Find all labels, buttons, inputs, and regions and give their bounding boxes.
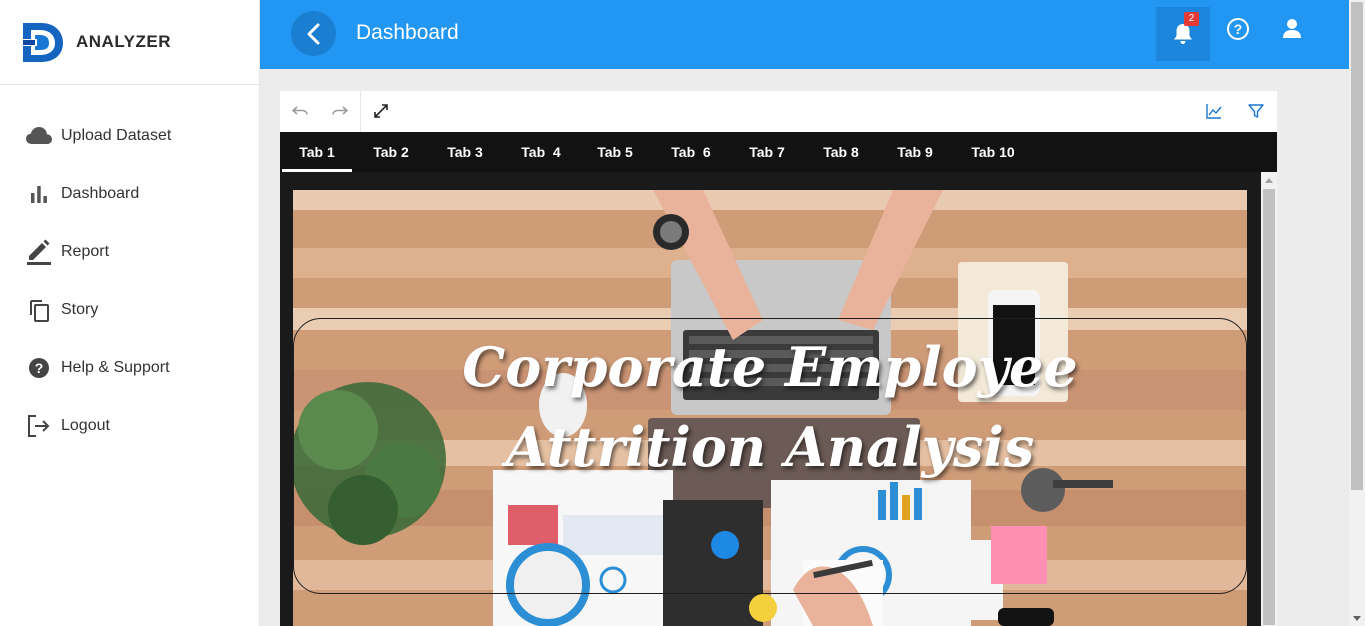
hero-title-line-1: Corporate Employee	[462, 335, 1078, 399]
sidebar-item-label: Dashboard	[61, 185, 140, 202]
window-scrollbar[interactable]	[1349, 0, 1365, 626]
tab-2[interactable]: Tab 2	[358, 132, 424, 172]
line-chart-icon	[1206, 104, 1222, 119]
sidebar-item-label: Logout	[61, 417, 110, 434]
filter-button[interactable]	[1244, 99, 1268, 123]
tab-3[interactable]: Tab 3	[432, 132, 498, 172]
user-icon	[1283, 19, 1301, 38]
chart-button[interactable]	[1202, 99, 1226, 123]
dashboard-toolbar	[280, 91, 1277, 132]
tab-6[interactable]: Tab 6	[656, 132, 726, 172]
sidebar-item-label: Help & Support	[61, 359, 170, 376]
sidebar-item-upload-dataset[interactable]: Upload Dataset	[0, 107, 259, 165]
canvas-scrollbar[interactable]	[1261, 172, 1277, 626]
tab-1[interactable]: Tab 1	[282, 132, 352, 172]
sidebar-item-logout[interactable]: Logout	[0, 397, 259, 455]
sidebar-nav: Upload Dataset Dashboard Report Story ? …	[0, 85, 259, 455]
tab-8[interactable]: Tab 8	[808, 132, 874, 172]
brand[interactable]: ANALYZER	[0, 0, 259, 85]
undo-button[interactable]	[288, 99, 312, 123]
help-circle-icon: ?	[1227, 18, 1249, 40]
page-title: Dashboard	[356, 21, 459, 44]
redo-icon	[332, 106, 348, 115]
sidebar-item-label: Story	[61, 301, 99, 318]
sidebar-item-story[interactable]: Story	[0, 281, 259, 339]
dashboard-canvas: Corporate Employee Attrition Analysis	[280, 172, 1277, 626]
tab-10[interactable]: Tab 10	[964, 132, 1022, 172]
cloud-icon	[26, 123, 52, 149]
pencil-icon	[26, 239, 52, 265]
bell-icon	[1174, 24, 1192, 44]
fullscreen-button[interactable]	[369, 99, 393, 123]
help-button[interactable]: ?	[1226, 17, 1250, 41]
bar-chart-icon	[26, 181, 52, 207]
dashboard-tabs: Tab 1 Tab 2 Tab 3 Tab 4 Tab 5 Tab 6 Tab …	[280, 132, 1277, 172]
svg-text:?: ?	[1234, 21, 1243, 37]
toolbar-divider	[360, 91, 361, 132]
sidebar-item-dashboard[interactable]: Dashboard	[0, 165, 259, 223]
scroll-down-arrow-icon[interactable]	[1353, 616, 1361, 621]
tab-5[interactable]: Tab 5	[582, 132, 648, 172]
sidebar-item-help-support[interactable]: ? Help & Support	[0, 339, 259, 397]
window-scrollbar-thumb[interactable]	[1351, 2, 1363, 490]
chevron-left-icon	[307, 23, 319, 44]
filter-icon	[1248, 104, 1264, 118]
sidebar-item-label: Upload Dataset	[61, 127, 172, 144]
hero-title-line-2: Attrition Analysis	[505, 415, 1035, 479]
sidebar-item-report[interactable]: Report	[0, 223, 259, 281]
undo-icon	[292, 106, 308, 115]
sidebar: ANALYZER Upload Dataset Dashboard Report…	[0, 0, 260, 626]
back-button[interactable]	[291, 11, 336, 56]
copy-icon	[26, 297, 52, 323]
top-header: Dashboard 2 ?	[260, 0, 1349, 69]
tab-7[interactable]: Tab 7	[734, 132, 800, 172]
help-circle-icon: ?	[26, 355, 52, 381]
fullscreen-icon	[374, 104, 388, 118]
svg-text:?: ?	[35, 360, 44, 376]
user-menu-button[interactable]	[1280, 17, 1304, 41]
brand-name: ANALYZER	[76, 32, 171, 51]
canvas-scrollbar-thumb[interactable]	[1263, 189, 1275, 625]
redo-button[interactable]	[328, 99, 352, 123]
scroll-up-arrow-icon[interactable]	[1265, 178, 1273, 183]
tab-9[interactable]: Tab 9	[882, 132, 948, 172]
sidebar-item-label: Report	[61, 243, 110, 260]
analyzer-logo-icon	[23, 23, 63, 62]
logout-icon	[26, 413, 52, 439]
hero-image: Corporate Employee Attrition Analysis	[293, 190, 1247, 626]
tab-4[interactable]: Tab 4	[506, 132, 576, 172]
notification-badge: 2	[1184, 12, 1199, 26]
notifications-button[interactable]: 2	[1156, 7, 1210, 61]
